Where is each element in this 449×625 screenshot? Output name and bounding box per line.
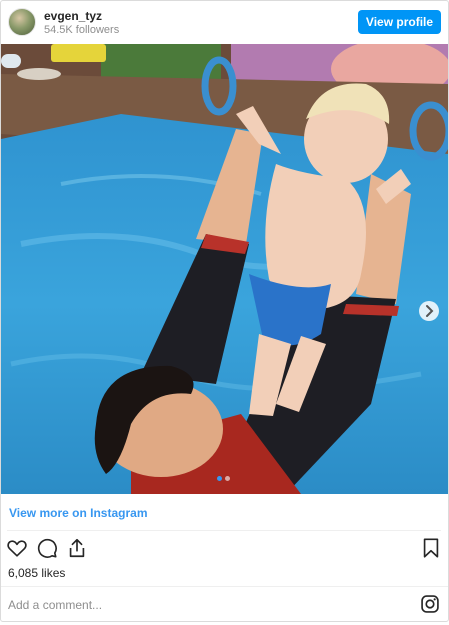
comment-input[interactable]: Add a comment... [8,598,102,612]
divider [1,586,448,587]
comment-icon[interactable] [36,537,58,559]
heart-icon[interactable] [6,537,28,559]
carousel-dot-active [217,476,222,481]
action-bar [1,534,448,562]
view-more-link[interactable]: View more on Instagram [9,506,148,520]
like-count[interactable]: 6,085 likes [8,566,65,580]
post-photo[interactable] [1,44,448,494]
post-header: evgen_tyz 54.5K followers View profile [1,1,448,44]
follower-count: 54.5K followers [44,24,120,36]
username[interactable]: evgen_tyz [44,9,102,23]
divider [7,530,441,531]
instagram-icon[interactable] [420,594,440,614]
share-icon[interactable] [66,537,88,559]
carousel-dot [225,476,230,481]
avatar[interactable] [8,8,36,36]
carousel-indicator [215,476,235,482]
instagram-embed-card: evgen_tyz 54.5K followers View profile V… [0,0,449,622]
chevron-right-icon [426,305,434,317]
carousel-next-button[interactable] [419,301,439,321]
view-profile-button[interactable]: View profile [358,10,441,34]
bookmark-icon[interactable] [420,537,442,559]
pool-photo-illustration [1,44,448,494]
